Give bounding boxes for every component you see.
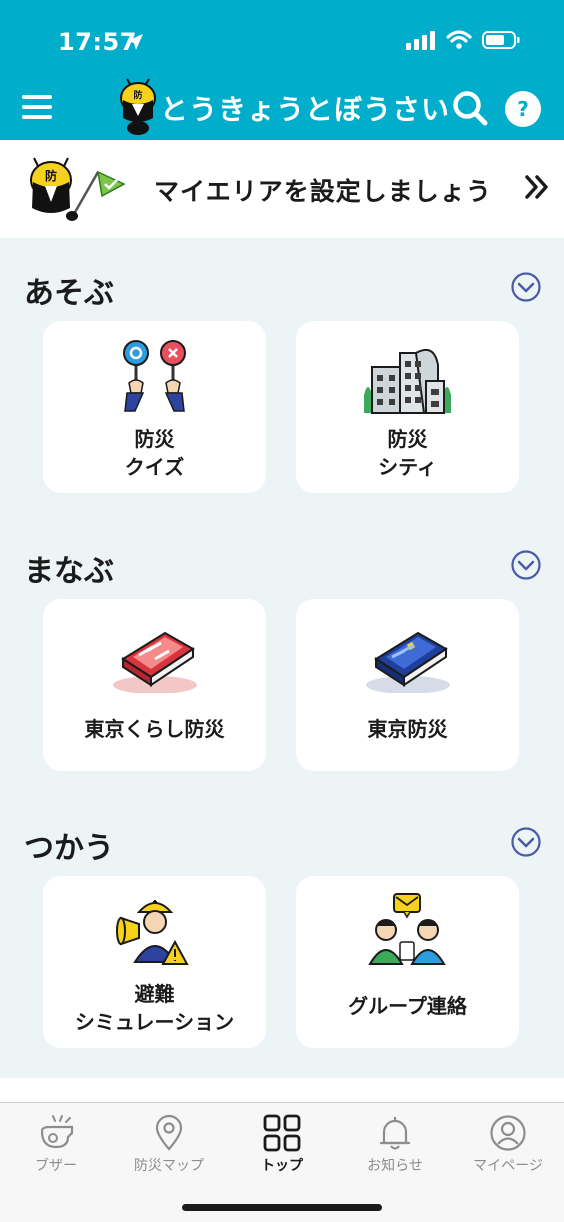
tab-label: お知らせ xyxy=(367,1158,423,1174)
wifi-icon xyxy=(446,30,472,49)
tab-label: トップ xyxy=(261,1158,303,1174)
chevron-down-icon[interactable] xyxy=(510,549,542,581)
card-evacuation-simulation[interactable]: 避難 シミュレーション xyxy=(43,876,266,1048)
card-bousai-quiz[interactable]: 防災 クイズ xyxy=(43,321,266,493)
section-title-tsukau: つかう xyxy=(24,831,114,866)
my-area-prompt: マイエリアを設定しましょう xyxy=(154,177,492,206)
main-content: あそぶ 防災 クイズ 防災 シティ まなぶ 東京くらし防災 東京防災 つかう 避… xyxy=(0,238,564,1078)
tab-top[interactable]: トップ xyxy=(226,1111,338,1177)
tab-buzzer[interactable]: ブザー xyxy=(0,1111,112,1177)
card-label-line2: シミュレーション xyxy=(74,1010,235,1034)
menu-button[interactable] xyxy=(22,95,52,119)
card-label-line1: 避難 xyxy=(134,982,175,1006)
card-bousai-city[interactable]: 防災 シティ xyxy=(296,321,519,493)
map-pin-icon xyxy=(155,1114,183,1151)
tab-label: ブザー xyxy=(35,1158,77,1174)
chevron-down-icon[interactable] xyxy=(510,271,542,303)
group-contact-icon xyxy=(368,893,446,965)
chevron-down-icon[interactable] xyxy=(510,826,542,858)
profile-icon xyxy=(490,1115,526,1151)
quiz-paddles-icon xyxy=(123,340,186,412)
location-arrow-icon xyxy=(127,34,143,50)
card-label-line1: 防災 xyxy=(387,427,428,451)
status-icons xyxy=(406,30,520,50)
grid-icon xyxy=(263,1114,301,1152)
help-icon[interactable]: ? xyxy=(505,91,541,127)
tab-label: マイページ xyxy=(473,1158,543,1174)
battery-icon xyxy=(482,31,520,49)
section-title-asobu: あそぶ xyxy=(24,276,114,311)
tab-notifications[interactable]: お知らせ xyxy=(339,1111,451,1177)
card-label-line2: クイズ xyxy=(124,455,185,479)
search-icon[interactable] xyxy=(452,90,488,126)
home-indicator xyxy=(182,1204,382,1211)
section-title-manabu: まなぶ xyxy=(24,554,114,589)
evacuation-megaphone-icon xyxy=(116,900,189,965)
card-tokyo-bousai[interactable]: 東京防災 xyxy=(296,599,519,771)
card-label-line2: シティ xyxy=(378,455,437,479)
tab-bousai-map[interactable]: 防災マップ xyxy=(113,1111,225,1177)
whistle-icon xyxy=(40,1115,74,1149)
app-header: 17:57 防 とうきょうとぼうさい ? xyxy=(0,0,564,140)
card-label-line1: 東京くらし防災 xyxy=(84,717,225,741)
card-group-contact[interactable]: グループ連絡 xyxy=(296,876,519,1048)
mascot-logo: 防 xyxy=(120,78,156,135)
bell-icon xyxy=(379,1117,411,1150)
tab-mypage[interactable]: マイページ xyxy=(452,1111,564,1177)
red-book-icon xyxy=(113,631,197,693)
city-buildings-icon xyxy=(364,349,451,414)
card-label-line1: 防災 xyxy=(134,427,175,451)
mascot-badge: 防 xyxy=(133,89,142,101)
double-chevron-right-icon[interactable] xyxy=(524,174,550,200)
mascot-flag-icon: 防 xyxy=(30,157,126,221)
blue-book-icon xyxy=(366,631,450,693)
card-label-line1: 東京防災 xyxy=(367,717,448,741)
card-label-line1: グループ連絡 xyxy=(348,994,467,1018)
mascot-badge: 防 xyxy=(45,168,57,183)
card-tokyo-kurashi-bousai[interactable]: 東京くらし防災 xyxy=(43,599,266,771)
app-title: とうきょうとぼうさい xyxy=(160,93,451,126)
tab-label: 防災マップ xyxy=(134,1158,204,1174)
signal-icon xyxy=(406,31,435,50)
